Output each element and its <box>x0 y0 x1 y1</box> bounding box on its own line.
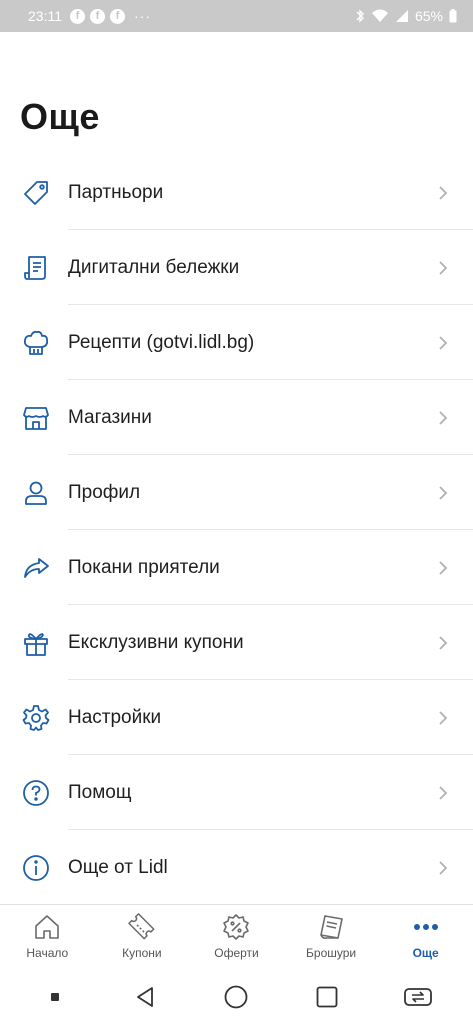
facebook-icon: f <box>110 8 125 24</box>
tab-label: Още <box>412 946 439 960</box>
menu-item-label: Помощ <box>68 781 132 803</box>
tag-icon <box>22 179 50 207</box>
home-icon <box>35 915 60 939</box>
page-title: Още <box>20 96 100 137</box>
share-icon <box>22 554 50 582</box>
menu-item-exclusive-coupons[interactable]: Ексклузивни купони <box>0 605 473 680</box>
chevron-right-icon <box>439 560 448 575</box>
menu-item-invite-friends[interactable]: Покани приятели <box>0 530 473 605</box>
chevron-right-icon <box>439 410 448 425</box>
recents-square-icon <box>316 986 338 1008</box>
status-bar: 23:11 f f f ··· 65% <box>0 0 473 32</box>
menu-item-label: Магазини <box>68 406 152 428</box>
menu-list: Партньори Дигитални бележки Рецепти (got… <box>0 155 473 905</box>
nav-recents-button[interactable] <box>307 977 347 1017</box>
tab-brochures[interactable]: Брошури <box>284 905 379 970</box>
menu-item-label: Партньори <box>68 181 164 203</box>
menu-item-digital-receipts[interactable]: Дигитални бележки <box>0 230 473 305</box>
tab-label: Начало <box>26 946 69 960</box>
gear-icon <box>22 704 50 732</box>
menu-item-label: Ексклузивни купони <box>68 631 244 653</box>
menu-item-label: Още от Lidl <box>68 856 168 878</box>
receipt-icon <box>22 254 50 282</box>
menu-item-more-from-lidl[interactable]: Още от Lidl <box>0 830 473 905</box>
menu-item-settings[interactable]: Настройки <box>0 680 473 755</box>
user-icon <box>22 479 50 507</box>
facebook-icon: f <box>90 8 105 24</box>
wifi-icon <box>371 9 389 23</box>
tab-label: Купони <box>122 946 162 960</box>
battery-percent: 65% <box>414 8 443 24</box>
nav-switch-button[interactable] <box>398 977 438 1017</box>
chevron-right-icon <box>439 485 448 500</box>
chevron-right-icon <box>439 635 448 650</box>
chevron-right-icon <box>439 710 448 725</box>
info-icon <box>22 854 50 882</box>
bottom-tab-bar: Начало Купони Оферти Брошури Още <box>0 904 473 970</box>
facebook-icon: f <box>70 8 85 24</box>
chef-hat-icon <box>22 329 50 357</box>
store-icon <box>22 404 50 432</box>
menu-item-stores[interactable]: Магазини <box>0 380 473 455</box>
tab-offers[interactable]: Оферти <box>189 905 284 970</box>
home-circle-icon <box>225 985 248 1009</box>
nav-home-button[interactable] <box>216 977 256 1017</box>
chevron-right-icon <box>439 185 448 200</box>
menu-item-partners[interactable]: Партньори <box>0 155 473 230</box>
menu-item-recipes[interactable]: Рецепти (gotvi.lidl.bg) <box>0 305 473 380</box>
status-time: 23:11 <box>28 8 62 24</box>
gift-icon <box>22 629 50 657</box>
bluetooth-icon <box>355 9 365 23</box>
menu-item-label: Покани приятели <box>68 556 220 578</box>
chevron-right-icon <box>439 335 448 350</box>
menu-item-profile[interactable]: Профил <box>0 455 473 530</box>
chevron-right-icon <box>439 260 448 275</box>
switch-apps-icon <box>403 988 432 1006</box>
tab-label: Оферти <box>214 946 259 960</box>
menu-item-label: Профил <box>68 481 141 503</box>
offer-badge-icon <box>223 914 250 940</box>
menu-item-label: Дигитални бележки <box>68 256 240 278</box>
signal-icon <box>395 9 409 23</box>
help-icon <box>22 779 50 807</box>
coupon-icon <box>128 913 155 940</box>
chevron-right-icon <box>439 785 448 800</box>
android-nav-bar <box>0 970 473 1024</box>
menu-item-label: Настройки <box>68 706 162 728</box>
more-dots-icon <box>413 924 438 930</box>
dot-icon <box>51 993 60 1001</box>
chevron-right-icon <box>439 860 448 875</box>
menu-item-help[interactable]: Помощ <box>0 755 473 830</box>
menu-item-label: Рецепти (gotvi.lidl.bg) <box>68 331 255 353</box>
nav-back-button[interactable] <box>126 977 166 1017</box>
more-notifications-icon: ··· <box>134 8 151 24</box>
tab-home[interactable]: Начало <box>0 905 95 970</box>
battery-icon <box>449 9 457 23</box>
tab-label: Брошури <box>306 946 357 960</box>
tab-coupons[interactable]: Купони <box>95 905 190 970</box>
nav-dot-button[interactable] <box>35 977 75 1017</box>
brochure-icon <box>320 915 343 939</box>
back-triangle-icon <box>136 987 153 1007</box>
tab-more[interactable]: Още <box>378 905 473 970</box>
